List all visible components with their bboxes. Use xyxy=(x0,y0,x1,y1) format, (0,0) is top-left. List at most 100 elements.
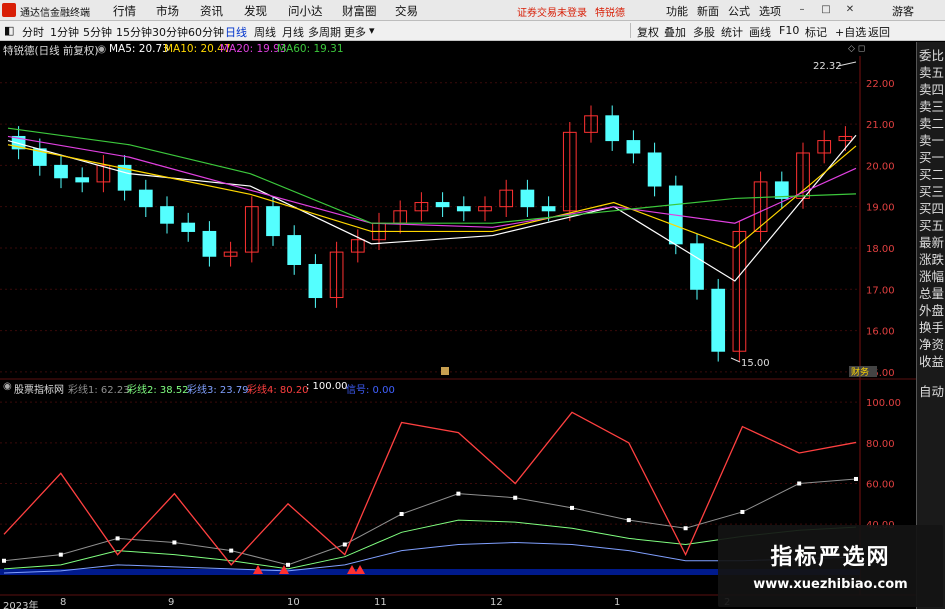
tool-zixuan[interactable]: +自选 xyxy=(835,24,866,40)
tool-huaxian[interactable]: 画线 xyxy=(749,24,771,40)
top-stock-name: 特锐德 xyxy=(595,8,625,19)
user-guest[interactable]: 游客 xyxy=(892,3,914,19)
side-netasset[interactable]: 净资 xyxy=(919,337,945,353)
tool-diejia[interactable]: 叠加 xyxy=(664,24,686,40)
menu-jiaoyi[interactable]: 交易 xyxy=(395,3,418,19)
indicator-dot xyxy=(2,558,6,563)
menu-shichang[interactable]: 市场 xyxy=(156,3,179,19)
chart-area[interactable]: 22.00 21.00 20.00 19.00 18.00 17.00 16.00 15.00… xyxy=(0,42,916,609)
date-label-oct: 10 xyxy=(287,597,300,608)
indicator-tick-label: 60.00 xyxy=(866,480,895,491)
side-weibi[interactable]: 委比 xyxy=(919,48,945,64)
top-menu-bar: 通达信金融终端 行情 市场 资讯 发现 问小达 财富圈 交易 证券交易未登录 特… xyxy=(0,0,945,21)
period-60min[interactable]: 60分钟 xyxy=(188,24,224,40)
side-latest[interactable]: 最新 xyxy=(919,235,945,251)
menu-caifuquan[interactable]: 财富圈 xyxy=(342,3,377,19)
maximize-icon[interactable]: □ xyxy=(820,4,832,16)
period-5min[interactable]: 5分钟 xyxy=(83,24,112,40)
period-weekly[interactable]: 周线 xyxy=(254,24,276,40)
menu-xinmian[interactable]: 新面 xyxy=(697,3,719,19)
indicator-dot xyxy=(399,512,404,516)
date-label-aug: 8 xyxy=(60,597,67,608)
tool-f10[interactable]: F10 xyxy=(779,24,799,37)
side-eps[interactable]: 收益 xyxy=(919,354,945,370)
collapse-left-icon[interactable]: ◧ xyxy=(4,24,14,37)
side-buy4[interactable]: 买四 xyxy=(919,201,945,217)
indicator-panel-header: ◉ 股票指标网 彩线1: 62.23 彩线2: 38.52 彩线3: 23.79… xyxy=(0,380,915,396)
menu-xuanxiang[interactable]: 选项 xyxy=(759,3,781,19)
candle-body xyxy=(202,230,217,257)
marker-square-icon[interactable] xyxy=(441,367,449,375)
candle-body xyxy=(520,189,535,208)
candle-body xyxy=(308,263,323,299)
date-label-dec: 12 xyxy=(490,597,503,608)
side-auto[interactable]: 自动 xyxy=(919,384,945,400)
side-buy1[interactable]: 买一 xyxy=(919,150,945,166)
date-label-nov: 11 xyxy=(374,597,387,608)
period-toolbar: ◧ 分时 1分钟 5分钟 15分钟 30分钟 60分钟 日线 周线 月线 多周期… xyxy=(0,21,945,41)
tool-tongji[interactable]: 统计 xyxy=(721,24,743,40)
side-buy2[interactable]: 买二 xyxy=(919,167,945,183)
cx5-label: : 100.00 xyxy=(306,381,348,392)
login-notice[interactable]: 证券交易未登录 xyxy=(517,4,587,19)
indicator-dot xyxy=(570,505,574,510)
period-15min[interactable]: 15分钟 xyxy=(116,24,152,40)
period-1min[interactable]: 1分钟 xyxy=(50,24,79,40)
period-multi[interactable]: 多周期 xyxy=(308,24,341,40)
period-monthly[interactable]: 月线 xyxy=(282,24,304,40)
price-tick-label: 18.00 xyxy=(866,244,895,255)
side-sell4[interactable]: 卖四 xyxy=(919,82,945,98)
menu-wenxiaoda[interactable]: 问小达 xyxy=(288,3,323,19)
side-turnover[interactable]: 换手 xyxy=(919,320,945,336)
price-tick-label: 20.00 xyxy=(866,161,895,172)
menu-zixun[interactable]: 资讯 xyxy=(200,3,223,19)
side-outer[interactable]: 外盘 xyxy=(919,303,945,319)
indicator-dot xyxy=(683,526,688,531)
candle-body xyxy=(266,206,280,237)
cx4-label: 彩线4: 80.20 xyxy=(247,385,309,396)
panel-settings-icon[interactable]: ◇ ◻ xyxy=(848,44,865,54)
side-change-pct[interactable]: 涨幅 xyxy=(919,269,945,285)
tool-biaoji[interactable]: 标记 xyxy=(805,24,827,40)
side-change[interactable]: 涨跌 xyxy=(919,252,945,268)
side-sell1[interactable]: 卖一 xyxy=(919,133,945,149)
indicator-dot xyxy=(115,536,120,541)
candle-body xyxy=(605,115,620,142)
candle-body xyxy=(54,164,68,179)
menu-faxian[interactable]: 发现 xyxy=(244,3,267,19)
side-sell5[interactable]: 卖五 xyxy=(919,65,945,81)
side-sell2[interactable]: 卖二 xyxy=(919,116,945,132)
side-buy5[interactable]: 买五 xyxy=(919,218,945,234)
indicator-dot xyxy=(229,548,234,553)
tool-duogu[interactable]: 多股 xyxy=(693,24,715,40)
period-30min[interactable]: 30分钟 xyxy=(152,24,188,40)
side-buy3[interactable]: 买三 xyxy=(919,184,945,200)
menu-hangqing[interactable]: 行情 xyxy=(113,3,136,19)
indicator-title: 股票指标网 xyxy=(14,385,64,396)
caiwu-badge[interactable]: 财务 xyxy=(851,366,869,378)
period-daily[interactable]: 日线 xyxy=(225,24,247,40)
minimize-icon[interactable]: – xyxy=(796,4,808,16)
side-sell3[interactable]: 卖三 xyxy=(919,99,945,115)
menu-gongshi[interactable]: 公式 xyxy=(728,3,750,19)
watermark-title: 指标严选网 xyxy=(770,545,891,570)
tool-fanhui[interactable]: 返回 xyxy=(868,24,890,40)
tool-fuquan[interactable]: 复权 xyxy=(637,24,659,40)
indicator-dot xyxy=(854,476,858,481)
more-arrow-icon[interactable]: ▾ xyxy=(369,24,375,37)
indicator-tick-label: 80.00 xyxy=(866,439,895,450)
side-volume[interactable]: 总量 xyxy=(919,286,945,302)
cx2-label: 彩线2: 38.52 xyxy=(127,385,189,396)
candle-body xyxy=(626,140,641,154)
indicator-settings-icon[interactable]: ◉ xyxy=(3,381,12,392)
menu-gongneng[interactable]: 功能 xyxy=(666,3,688,19)
indicator-dot xyxy=(286,562,290,567)
low-price-label: 15.00 xyxy=(741,358,770,369)
quote-side-panel: 委比 卖五 卖四 卖三 卖二 卖一 买一 买二 买三 买四 买五 最新 涨跌 涨… xyxy=(916,42,945,609)
watermark-url: www.xuezhibiao.com xyxy=(753,577,908,592)
period-more[interactable]: 更多 xyxy=(344,24,366,40)
cx3-label: 彩线3: 23.79 xyxy=(187,385,249,396)
price-tick-label: 16.00 xyxy=(866,327,895,338)
period-fenshi[interactable]: 分时 xyxy=(22,24,44,40)
close-icon[interactable]: ✕ xyxy=(844,4,856,16)
